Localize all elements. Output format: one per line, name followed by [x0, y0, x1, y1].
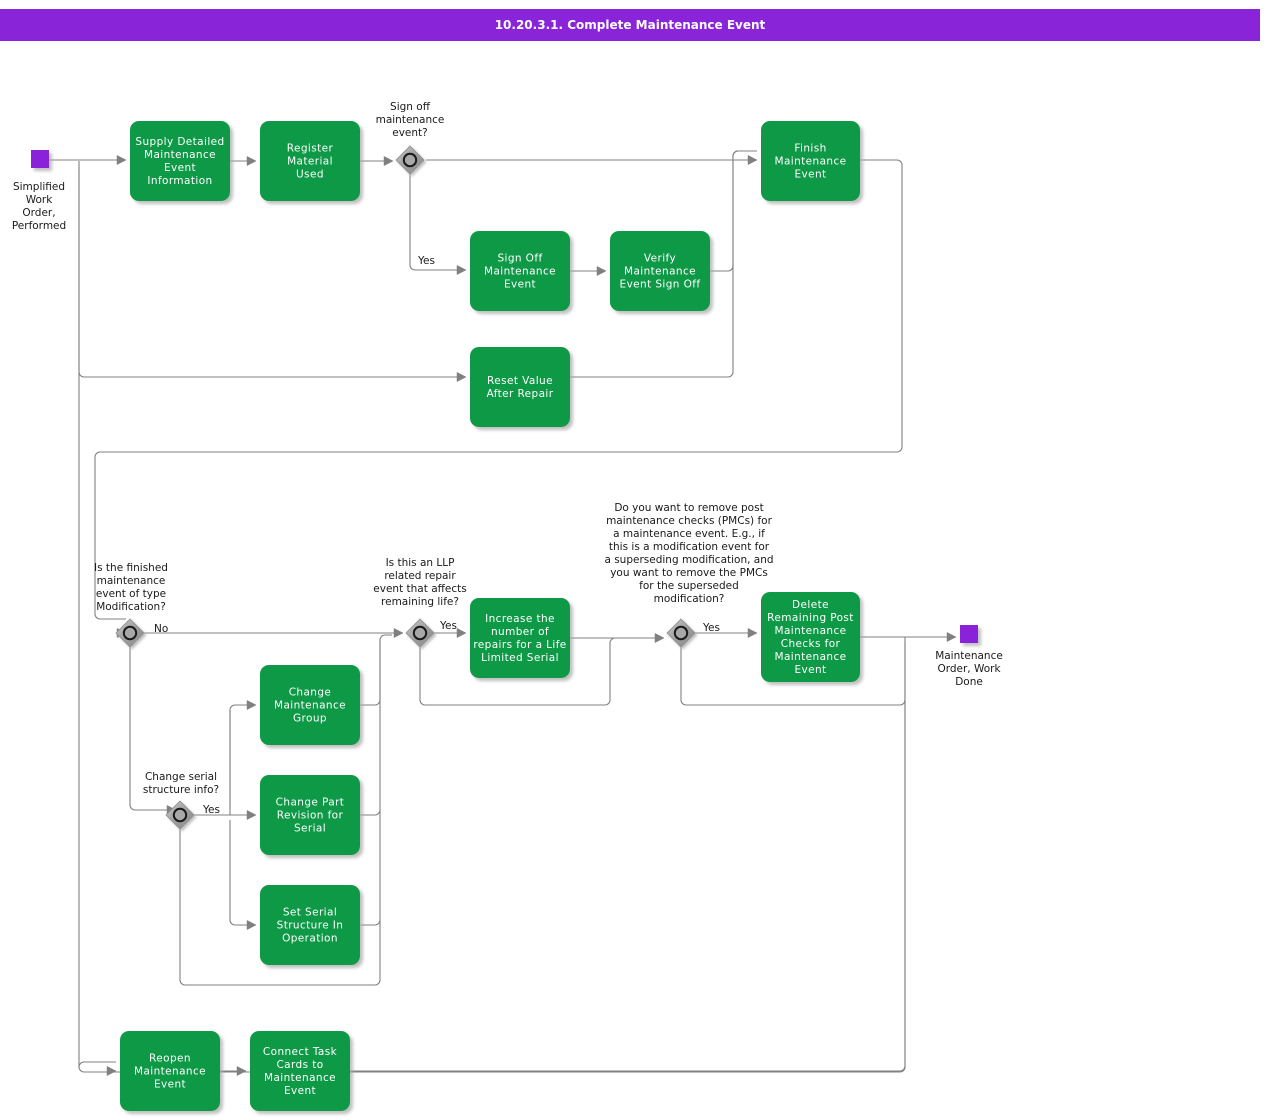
gateway-is-this-an-llp-related-repair-event-event-circle-icon	[412, 625, 428, 641]
arrow-into-changegroup	[246, 699, 257, 711]
gateway-sign-off-maintenance-event[interactable]	[395, 145, 425, 175]
arrow-into-end	[946, 631, 957, 643]
arrow-into-finish	[747, 154, 758, 166]
task-reset-value-after-repair-shape	[470, 347, 570, 427]
gateway-remove-post-maintenance-checks-question-label: Do you want to remove post maintenance ch…	[604, 502, 773, 605]
flowchart-canvas: Supply Detailed Maintenance Event Informati…	[12, 101, 1003, 1111]
start-event-label: Simplified Work Order, Performed	[12, 181, 66, 232]
arrow-into-gateway4	[393, 627, 404, 639]
arrow-into-signoff	[456, 264, 467, 276]
arrow-into-increase	[456, 627, 467, 639]
end-event[interactable]	[960, 625, 978, 643]
task-supply-detailed-maintenance-event-information[interactable]: Supply Detailed Maintenance Event Informati…	[130, 121, 230, 201]
diagram-page: 10.20.3.1. Complete Maintenance Event Su…	[0, 0, 1280, 1120]
task-connect-task-cards-to-maintenance-event[interactable]: Connect Task Cards to Maintenance Event	[250, 1031, 350, 1111]
edge-label-no-modification: No	[154, 623, 168, 635]
gateway-change-serial-structure-info-question-label: Change serial structure info?	[143, 771, 219, 796]
task-increase-number-of-repairs-for-life-limited-serial[interactable]: Increase the number of repairs for a Life L…	[470, 598, 570, 678]
task-change-part-revision-for-serial[interactable]: Change Part Revision for Serial	[260, 775, 360, 855]
label-layer: Sign off maintenance event? Is the finished…	[12, 101, 1003, 816]
arrow-into-gateway5	[654, 632, 665, 644]
task-connect-task-cards-to-maintenance-event-shape	[250, 1031, 350, 1111]
task-verify-maintenance-event-sign-off[interactable]: Verify Maintenance Event Sign Off	[610, 231, 710, 311]
arrow-into-gateway1	[383, 155, 394, 167]
arrow-into-supply	[116, 154, 127, 166]
arrow-into-delete	[747, 627, 758, 639]
flow-setserial-right-merge	[360, 810, 381, 926]
end-event-label: Maintenance Order, Work Done	[935, 650, 1003, 688]
flow-connect-right	[350, 700, 906, 1072]
task-supply-detailed-maintenance-event-information-shape	[130, 121, 230, 201]
gateway-is-this-an-llp-related-repair-event-question-label: Is this an LLP related repair event that a…	[373, 557, 466, 608]
arrow-into-reopen	[106, 1065, 117, 1077]
edge-label-yes-llp: Yes	[439, 620, 457, 632]
gateway-sign-off-maintenance-event-question-label: Sign off maintenance event?	[376, 101, 445, 139]
flow-gateway3-down-to-setserial	[229, 820, 256, 926]
task-set-serial-structure-in-operation[interactable]: Set Serial Structure In Operation	[260, 885, 360, 965]
gateway-remove-post-maintenance-checks[interactable]	[666, 618, 696, 648]
task-increase-number-of-repairs-for-life-limited-serial-shape	[470, 598, 570, 678]
gateway-is-finished-event-of-type-modification[interactable]	[115, 618, 145, 648]
start-event-shape	[31, 150, 49, 168]
task-delete-remaining-post-maintenance-checks[interactable]: Delete Remaining Post Maintenance Checks fo…	[761, 592, 860, 682]
edge-label-yes-pmc: Yes	[702, 622, 720, 634]
arrow-into-connect	[236, 1065, 247, 1077]
task-finish-maintenance-event[interactable]: Finish Maintenance Event	[761, 121, 860, 201]
flow-left-down-to-reopen	[78, 1061, 116, 1068]
task-increase-number-of-repairs-for-life-limited-serial-label: Increase the number of repairs for a Life L…	[473, 613, 566, 664]
task-set-serial-structure-in-operation-label: Set Serial Structure In Operation	[277, 907, 344, 945]
arrow-into-reset	[456, 371, 467, 383]
task-reopen-maintenance-event[interactable]: Reopen Maintenance Event	[120, 1031, 220, 1111]
gateway-sign-off-maintenance-event-event-circle-icon	[402, 152, 418, 168]
end-event-shape	[960, 625, 978, 643]
flow-gateway3-up-to-changegroup	[229, 704, 256, 810]
flow-changegroup-right-merge	[360, 634, 392, 706]
arrow-into-changepart	[246, 809, 257, 821]
arrow-into-register	[246, 155, 257, 167]
edge-label-yes-sign-off: Yes	[417, 255, 435, 267]
arrow-into-verify	[596, 265, 607, 277]
arrow-into-setserial	[246, 919, 257, 931]
start-event[interactable]	[31, 150, 49, 168]
gateway-remove-post-maintenance-checks-event-circle-icon	[673, 625, 689, 641]
gateway-is-this-an-llp-related-repair-event[interactable]	[405, 618, 435, 648]
gateway-change-serial-structure-info[interactable]	[165, 800, 195, 830]
task-sign-off-maintenance-event[interactable]: Sign Off Maintenance Event	[470, 231, 570, 311]
task-change-maintenance-group[interactable]: Change Maintenance Group	[260, 665, 360, 745]
edge-label-yes-serial: Yes	[202, 804, 220, 816]
gateway-is-finished-event-of-type-modification-event-circle-icon	[122, 625, 138, 641]
gateway-change-serial-structure-info-event-circle-icon	[172, 807, 188, 823]
gateway-is-finished-event-of-type-modification-question-label: Is the finished maintenance event of type M…	[94, 562, 168, 613]
task-reset-value-after-repair[interactable]: Reset Value After Repair	[470, 347, 570, 427]
task-layer: Supply Detailed Maintenance Event Informati…	[120, 121, 860, 1111]
flow-changepart-right-merge	[360, 640, 381, 816]
task-register-material-used[interactable]: Register Material Used	[260, 121, 360, 201]
gateway-layer	[115, 145, 696, 830]
task-reset-value-after-repair-label: Reset Value After Repair	[487, 375, 554, 400]
